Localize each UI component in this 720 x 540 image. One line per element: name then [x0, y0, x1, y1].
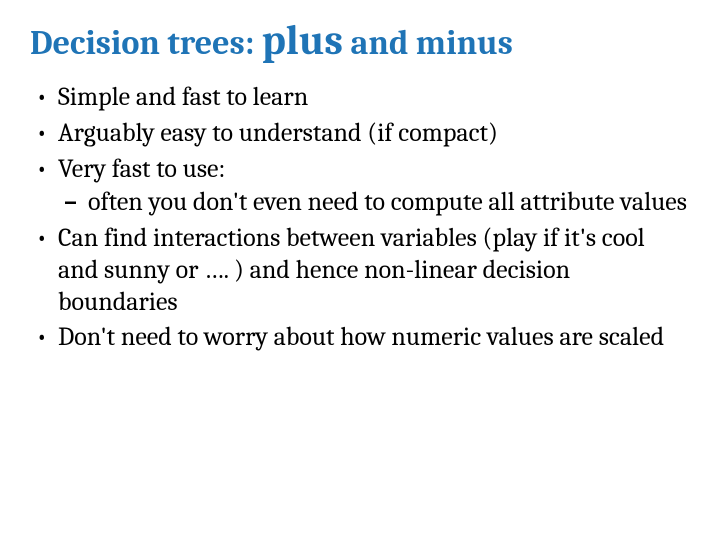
bullet-text: Don't need to worry about how numeric va… [58, 322, 664, 352]
slide: Decision trees: plus and minus Simple an… [0, 0, 720, 540]
title-post: and minus [343, 23, 513, 63]
title-pre: Decision trees: [30, 23, 262, 63]
list-item: Don't need to worry about how numeric va… [30, 322, 690, 354]
slide-title: Decision trees: plus and minus [30, 18, 690, 64]
sub-item: often you don't even need to compute all… [58, 187, 690, 219]
list-item: Arguably easy to understand (if compact) [30, 118, 690, 150]
bullet-text: Very fast to use: [58, 154, 225, 184]
sub-bullet-text: often you don't even need to compute all… [88, 187, 687, 217]
list-item: Very fast to use: often you don't even n… [30, 154, 690, 219]
bullet-text: Arguably easy to understand (if compact) [58, 118, 498, 148]
bullet-text: Can find interactions between variables … [58, 223, 645, 316]
list-item: Can find interactions between variables … [30, 223, 690, 318]
list-item: Simple and fast to learn [30, 82, 690, 114]
bullet-list: Simple and fast to learn Arguably easy t… [30, 82, 690, 354]
bullet-text: Simple and fast to learn [58, 82, 308, 112]
title-emphasis: plus [262, 16, 343, 65]
